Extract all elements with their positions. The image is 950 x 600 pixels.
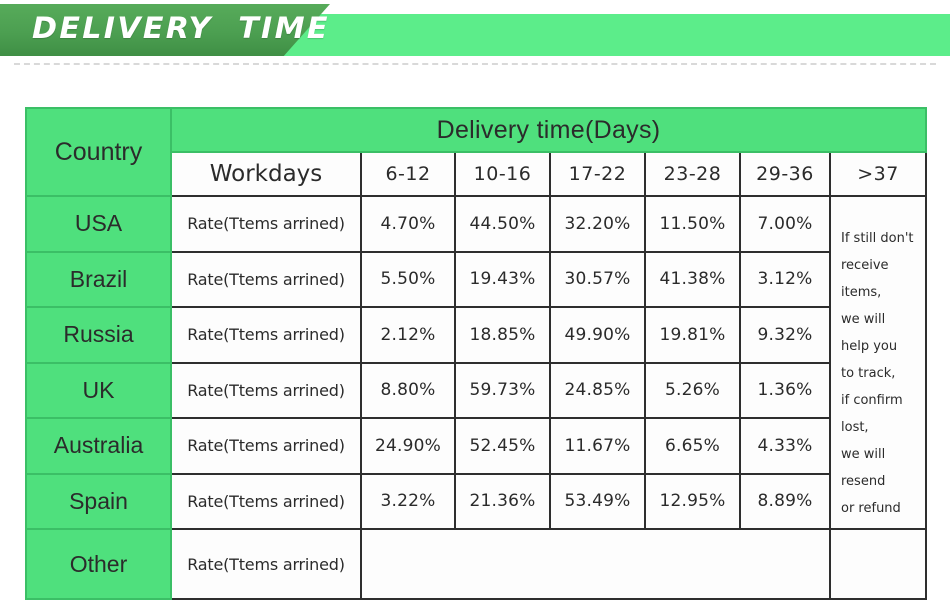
cell-spain-23-28: 12.95% bbox=[644, 472, 741, 530]
cell-uk-17-22: 24.85% bbox=[549, 361, 646, 419]
row-rate-label-russia: Rate(Ttems arrined) bbox=[170, 306, 362, 364]
row-country-spain: Spain bbox=[25, 472, 172, 530]
cell-usa-29-36: 7.00% bbox=[739, 195, 831, 253]
cell-usa-6-12: 4.70% bbox=[360, 195, 456, 253]
header-range-29-36: 29-36 bbox=[739, 151, 831, 197]
page-banner: DELIVERY TIME bbox=[0, 0, 950, 65]
header-range-23-28: 23-28 bbox=[644, 151, 741, 197]
cell-uk-6-12: 8.80% bbox=[360, 361, 456, 419]
row-country-usa: USA bbox=[25, 195, 172, 253]
cell-australia-29-36: 4.33% bbox=[739, 417, 831, 475]
cell-spain-17-22: 53.49% bbox=[549, 472, 646, 530]
cell-russia-29-36: 9.32% bbox=[739, 306, 831, 364]
cell-australia-10-16: 52.45% bbox=[454, 417, 551, 475]
row-rate-label-other: Rate(Ttems arrined) bbox=[170, 528, 362, 600]
header-range-10-16: 10-16 bbox=[454, 151, 551, 197]
banner-light-bar bbox=[280, 14, 950, 56]
header-range-6-12: 6-12 bbox=[360, 151, 456, 197]
header-range-17-22: 17-22 bbox=[549, 151, 646, 197]
header-delivery-time-group: Delivery time(Days) bbox=[169, 107, 928, 153]
row-country-other: Other bbox=[25, 528, 172, 600]
cell-brazil-6-12: 5.50% bbox=[360, 250, 456, 308]
row-country-uk: UK bbox=[25, 361, 172, 419]
cell-russia-23-28: 19.81% bbox=[644, 306, 741, 364]
cell-usa-23-28: 11.50% bbox=[644, 195, 741, 253]
table-row: UK Rate(Ttems arrined) 8.80% 59.73% 24.8… bbox=[25, 361, 926, 419]
shipping-note-cell: If still don't receive items, we will he… bbox=[828, 195, 928, 530]
cell-usa-17-22: 32.20% bbox=[549, 195, 646, 253]
banner-divider bbox=[14, 63, 936, 65]
cell-brazil-10-16: 19.43% bbox=[454, 250, 551, 308]
header-country: Country bbox=[25, 107, 172, 197]
row-country-brazil: Brazil bbox=[25, 250, 172, 308]
cell-uk-10-16: 59.73% bbox=[454, 361, 551, 419]
banner-title: DELIVERY TIME bbox=[32, 11, 330, 45]
delivery-time-table: Country Delivery time(Days) Workdays 6-1… bbox=[25, 107, 928, 600]
cell-australia-17-22: 11.67% bbox=[549, 417, 646, 475]
header-range-over-37: >37 bbox=[828, 151, 928, 197]
table-row: USA Rate(Ttems arrined) 4.70% 44.50% 32.… bbox=[25, 195, 928, 530]
cell-other-note-blank bbox=[828, 528, 928, 600]
cell-russia-6-12: 2.12% bbox=[360, 306, 456, 364]
cell-brazil-23-28: 41.38% bbox=[644, 250, 741, 308]
row-rate-label-usa: Rate(Ttems arrined) bbox=[170, 195, 362, 253]
row-rate-label-australia: Rate(Ttems arrined) bbox=[170, 417, 362, 475]
delivery-time-table-wrap: Country Delivery time(Days) Workdays 6-1… bbox=[25, 107, 928, 600]
table-row: Brazil Rate(Ttems arrined) 5.50% 19.43% … bbox=[25, 250, 926, 308]
cell-spain-29-36: 8.89% bbox=[739, 472, 831, 530]
cell-brazil-29-36: 3.12% bbox=[739, 250, 831, 308]
row-rate-label-spain: Rate(Ttems arrined) bbox=[170, 472, 362, 530]
shipping-note-text: If still don't receive items, we will he… bbox=[841, 231, 914, 516]
table-header-row-group: Country Delivery time(Days) bbox=[25, 107, 928, 197]
cell-uk-29-36: 1.36% bbox=[739, 361, 831, 419]
cell-uk-23-28: 5.26% bbox=[644, 361, 741, 419]
cell-russia-17-22: 49.90% bbox=[549, 306, 646, 364]
cell-brazil-17-22: 30.57% bbox=[549, 250, 646, 308]
header-workdays: Workdays bbox=[170, 151, 362, 197]
cell-australia-23-28: 6.65% bbox=[644, 417, 741, 475]
cell-spain-10-16: 21.36% bbox=[454, 472, 551, 530]
cell-other-values-blank bbox=[360, 528, 831, 600]
table-row: Spain Rate(Ttems arrined) 3.22% 21.36% 5… bbox=[25, 472, 926, 530]
row-country-russia: Russia bbox=[25, 306, 172, 364]
table-row: Russia Rate(Ttems arrined) 2.12% 18.85% … bbox=[25, 306, 926, 364]
cell-russia-10-16: 18.85% bbox=[454, 306, 551, 364]
row-rate-label-brazil: Rate(Ttems arrined) bbox=[170, 250, 362, 308]
table-row: Australia Rate(Ttems arrined) 24.90% 52.… bbox=[25, 417, 926, 475]
cell-spain-6-12: 3.22% bbox=[360, 472, 456, 530]
table-row: Other Rate(Ttems arrined) bbox=[25, 528, 928, 600]
cell-australia-6-12: 24.90% bbox=[360, 417, 456, 475]
cell-usa-10-16: 44.50% bbox=[454, 195, 551, 253]
row-rate-label-uk: Rate(Ttems arrined) bbox=[170, 361, 362, 419]
row-country-australia: Australia bbox=[25, 417, 172, 475]
